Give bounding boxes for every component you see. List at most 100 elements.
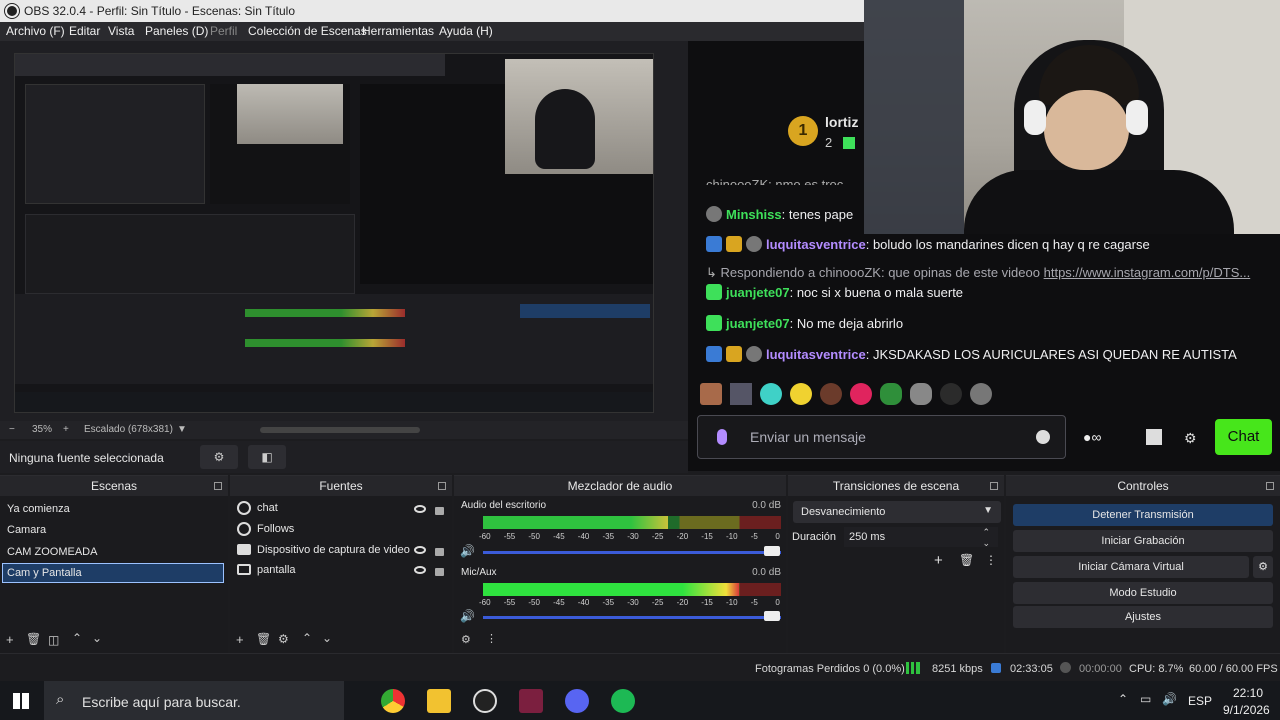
source-item[interactable]: pantalla bbox=[257, 564, 296, 576]
clock-time[interactable]: 22:10 bbox=[1233, 686, 1263, 700]
dock-float-icon[interactable] bbox=[1266, 482, 1274, 490]
lock-icon[interactable] bbox=[435, 568, 444, 576]
emote-picker-icon[interactable] bbox=[1036, 430, 1050, 444]
speaker-icon[interactable]: 🔊 bbox=[460, 609, 475, 623]
start-recording-button[interactable]: Iniciar Grabación bbox=[1013, 530, 1273, 552]
lock-icon[interactable] bbox=[435, 507, 444, 515]
move-down-icon[interactable]: ⌄ bbox=[322, 631, 332, 645]
mixer-menu-icon[interactable]: ⋮ bbox=[486, 632, 497, 645]
transition-select[interactable]: Desvanecimiento ▼ bbox=[793, 501, 1001, 523]
transition-menu-icon[interactable]: ⋮ bbox=[985, 553, 997, 567]
duration-input[interactable]: 250 ms ⌃ ⌄ bbox=[844, 527, 998, 548]
source-item[interactable]: Follows bbox=[257, 523, 294, 535]
meter-tick-label: -20 bbox=[676, 598, 689, 607]
menu-archivo[interactable]: Archivo (F) bbox=[6, 24, 65, 38]
source-settings-icon[interactable]: ⚙ bbox=[278, 632, 289, 646]
add-transition-button[interactable]: + bbox=[934, 552, 943, 569]
settings-button[interactable]: Ajustes bbox=[1013, 606, 1273, 628]
tray-chevron-icon[interactable]: ⌃ bbox=[1118, 692, 1128, 706]
scene-item[interactable]: Camara bbox=[7, 524, 46, 536]
stream-icon bbox=[991, 663, 1001, 673]
scene-item[interactable]: CAM ZOOMEADA bbox=[7, 546, 97, 558]
scene-item-selected[interactable]: Cam y Pantalla bbox=[2, 563, 224, 583]
remove-source-icon[interactable]: 🗑 bbox=[256, 632, 271, 646]
chrome-icon[interactable] bbox=[381, 689, 405, 713]
menu-perfil[interactable]: Perfil bbox=[210, 24, 237, 38]
scene-item[interactable]: Ya comienza bbox=[7, 503, 70, 515]
meter-tick-label: -40 bbox=[577, 532, 590, 541]
move-up-icon[interactable]: ⌃ bbox=[302, 631, 312, 645]
dock-float-icon[interactable] bbox=[438, 482, 446, 490]
add-source-button[interactable]: + bbox=[236, 632, 244, 647]
visibility-eye-icon[interactable] bbox=[414, 546, 426, 554]
chat-message: juanjete07: No me deja abrirlo bbox=[706, 315, 903, 331]
dock-float-icon[interactable] bbox=[214, 482, 222, 490]
chat-partial-line: chinoooZK: nmo es troc bbox=[706, 177, 844, 185]
remove-transition-icon[interactable]: 🗑 bbox=[959, 553, 974, 567]
volume-slider[interactable] bbox=[483, 551, 781, 554]
visibility-eye-icon[interactable] bbox=[414, 566, 426, 574]
studio-mode-button[interactable]: Modo Estudio bbox=[1013, 582, 1273, 604]
preview-canvas[interactable] bbox=[14, 53, 654, 413]
start-virtual-camera-button[interactable]: Iniciar Cámara Virtual bbox=[1013, 556, 1249, 578]
monitor-icon bbox=[237, 564, 251, 575]
gift-box-icon[interactable] bbox=[1146, 429, 1162, 445]
menu-editar[interactable]: Editar bbox=[69, 24, 100, 38]
meter-scale: -60 -55 -50 -45 -40 -35 -30 -25 -20 -15 -10 -5 0 bbox=[479, 598, 784, 608]
menu-paneles[interactable]: Paneles (D) bbox=[145, 24, 208, 38]
dock-float-icon[interactable] bbox=[990, 482, 998, 490]
points-icon[interactable]: ●∞ bbox=[1083, 429, 1119, 445]
app-icon[interactable] bbox=[519, 689, 543, 713]
menu-ayuda[interactable]: Ayuda (H) bbox=[439, 24, 493, 38]
meter-tick-label: 0 bbox=[775, 598, 780, 607]
speaker-icon[interactable]: 🔊 bbox=[460, 544, 475, 558]
hammer-badge-icon bbox=[706, 346, 722, 362]
move-up-icon[interactable]: ⌃ bbox=[72, 631, 82, 645]
lock-icon[interactable] bbox=[435, 548, 444, 556]
menu-vista[interactable]: Vista bbox=[108, 24, 134, 38]
chat-send-button[interactable]: Chat bbox=[1215, 419, 1272, 455]
stream-time: 02:33:05 bbox=[1010, 663, 1053, 675]
volume-icon[interactable]: 🔊 bbox=[1162, 692, 1177, 706]
source-item[interactable]: Dispositivo de captura de video bbox=[257, 544, 410, 556]
scene-filters-icon[interactable]: ◫ bbox=[48, 633, 59, 647]
source-item[interactable]: chat bbox=[257, 502, 278, 514]
chat-message: juanjete07: noc si x buena o mala suerte bbox=[706, 284, 963, 300]
volume-slider[interactable] bbox=[483, 616, 781, 619]
scale-dropdown-icon[interactable]: ▼ bbox=[177, 424, 187, 435]
chat-input[interactable]: Enviar un mensaje bbox=[697, 415, 1066, 459]
settings-gear-icon[interactable]: ⚙ bbox=[1184, 430, 1197, 447]
meter-scale: -60 -55 -50 -45 -40 -35 -30 -25 -20 -15 -10 -5 0 bbox=[479, 532, 784, 542]
volume-slider-handle[interactable] bbox=[764, 546, 780, 556]
virtual-camera-settings-icon[interactable]: ⚙ bbox=[1253, 556, 1273, 578]
preview-scrollbar[interactable] bbox=[260, 427, 420, 433]
move-down-icon[interactable]: ⌄ bbox=[92, 631, 102, 645]
remove-scene-icon[interactable]: 🗑 bbox=[26, 632, 41, 646]
language-indicator[interactable]: ESP bbox=[1188, 694, 1212, 708]
visibility-eye-icon[interactable] bbox=[414, 505, 426, 513]
source-filters-button[interactable]: ◧ bbox=[248, 445, 286, 469]
network-icon[interactable]: ▭ bbox=[1140, 692, 1151, 706]
transitions-title: Transiciones de escena bbox=[832, 479, 960, 493]
obs-icon[interactable] bbox=[473, 689, 497, 713]
source-properties-button[interactable]: ⚙ bbox=[200, 445, 238, 469]
mixer-settings-icon[interactable]: ⚙ bbox=[461, 633, 471, 646]
file-explorer-icon[interactable] bbox=[427, 689, 451, 713]
menu-herramientas[interactable]: Herramientas bbox=[362, 24, 434, 38]
mic-icon[interactable] bbox=[717, 429, 727, 445]
sources-dock: Fuentes chat Follows Dispositivo de capt… bbox=[230, 475, 452, 653]
meter-tick-label: -25 bbox=[651, 598, 664, 607]
discord-icon[interactable] bbox=[565, 689, 589, 713]
zoom-out-button[interactable]: − bbox=[9, 424, 15, 435]
zoom-in-button[interactable]: + bbox=[63, 424, 69, 435]
taskbar-search[interactable]: ⌕ Escribe aquí para buscar. bbox=[44, 681, 344, 720]
menu-coleccion-escenas[interactable]: Colección de Escenas bbox=[248, 24, 367, 38]
spotify-icon[interactable] bbox=[611, 689, 635, 713]
stop-stream-button[interactable]: Detener Transmisión bbox=[1013, 504, 1273, 526]
chat-link[interactable]: https://www.instagram.com/p/DTS... bbox=[1044, 265, 1251, 280]
clock-date[interactable]: 9/1/2026 bbox=[1223, 703, 1270, 717]
headphones-icon bbox=[1024, 100, 1046, 135]
windows-start-icon[interactable] bbox=[13, 693, 29, 709]
add-scene-button[interactable]: + bbox=[6, 632, 14, 647]
volume-slider-handle[interactable] bbox=[764, 611, 780, 621]
